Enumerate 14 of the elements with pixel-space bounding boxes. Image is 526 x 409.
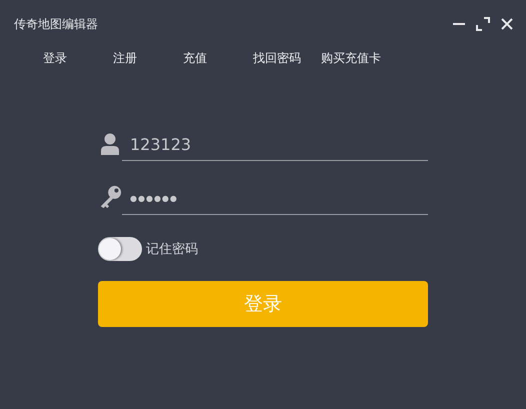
nav-link[interactable]: 注册 [113, 50, 183, 67]
close-icon[interactable] [500, 17, 514, 31]
nav-link[interactable]: 登录 [43, 50, 113, 67]
key-icon [98, 185, 122, 209]
nav-link[interactable]: 充值 [183, 50, 253, 67]
nav-link[interactable]: 找回密码 [253, 50, 321, 67]
remember-toggle[interactable] [98, 237, 142, 261]
username-field[interactable]: 123123 [122, 129, 428, 161]
nav-link[interactable]: 购买充值卡 [321, 50, 391, 67]
window-title: 传奇地图编辑器 [14, 16, 98, 32]
user-icon [98, 133, 122, 155]
password-field[interactable]: ●●●●●● [122, 183, 428, 215]
maximize-icon[interactable] [476, 17, 490, 31]
remember-label: 记住密码 [146, 241, 198, 258]
